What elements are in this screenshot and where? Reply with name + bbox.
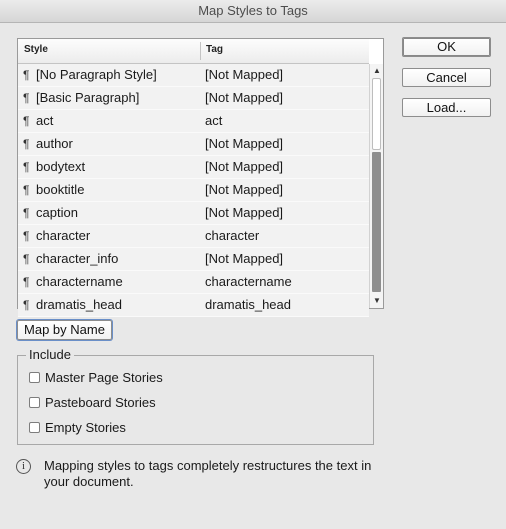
scroll-thumb[interactable] [372, 78, 381, 150]
window-title: Map Styles to Tags [0, 0, 506, 23]
style-name: booktitle [36, 182, 85, 197]
paragraph-style-icon: ¶ [23, 183, 30, 197]
table-row[interactable]: ¶ [No Paragraph Style] [Not Mapped] [18, 64, 369, 87]
table-row[interactable]: ¶ author [Not Mapped] [18, 133, 369, 156]
table-row[interactable]: ¶ bodytext [Not Mapped] [18, 156, 369, 179]
style-name: author [36, 136, 73, 151]
style-name: character_info [36, 251, 119, 266]
paragraph-style-icon: ¶ [23, 252, 30, 266]
column-header-tag[interactable]: Tag [206, 44, 223, 55]
master-page-stories-checkbox[interactable] [29, 372, 40, 383]
tag-name[interactable]: dramatis_head [205, 294, 291, 316]
style-name: dramatis_head [36, 297, 122, 312]
checkbox-label[interactable]: Master Page Stories [45, 370, 163, 386]
include-group-label: Include [26, 348, 74, 362]
vertical-scrollbar[interactable]: ▲ ▼ [369, 64, 383, 308]
tag-name[interactable]: [Not Mapped] [205, 133, 283, 155]
style-name: [Basic Paragraph] [36, 90, 140, 105]
tag-name[interactable]: character [205, 225, 259, 247]
tag-name[interactable]: [Not Mapped] [205, 202, 283, 224]
table-row[interactable]: ¶ character_info [Not Mapped] [18, 248, 369, 271]
style-name: charactername [36, 274, 123, 289]
table-header: Style Tag [18, 39, 369, 64]
info-icon: i [16, 459, 31, 474]
paragraph-style-icon: ¶ [23, 137, 30, 151]
table-row[interactable]: ¶ character character [18, 225, 369, 248]
style-name: character [36, 228, 91, 243]
empty-stories-checkbox[interactable] [29, 422, 40, 433]
paragraph-style-icon: ¶ [23, 160, 30, 174]
tag-name[interactable]: [Not Mapped] [205, 248, 283, 270]
paragraph-style-icon: ¶ [23, 229, 30, 243]
ok-button[interactable]: OK [402, 37, 491, 57]
paragraph-style-icon: ¶ [23, 206, 30, 220]
table-row[interactable]: ¶ charactername charactername [18, 271, 369, 294]
checkbox-label[interactable]: Pasteboard Stories [45, 395, 156, 411]
table-row[interactable]: ¶ booktitle [Not Mapped] [18, 179, 369, 202]
pasteboard-stories-checkbox[interactable] [29, 397, 40, 408]
table-rows: ¶ [No Paragraph Style] [Not Mapped] ¶ [Basi… [18, 64, 369, 317]
checkbox-label[interactable]: Empty Stories [45, 420, 126, 436]
paragraph-style-icon: ¶ [23, 114, 30, 128]
scroll-track[interactable] [372, 152, 381, 292]
paragraph-style-icon: ¶ [23, 91, 30, 105]
tag-name[interactable]: [Not Mapped] [205, 179, 283, 201]
column-separator[interactable] [200, 42, 201, 60]
style-tag-table: Style Tag ¶ [No Paragraph Style] [Not Mapp… [17, 38, 384, 317]
style-name: act [36, 113, 54, 128]
tag-name[interactable]: act [205, 110, 222, 132]
paragraph-style-icon: ¶ [23, 298, 30, 312]
style-name: [No Paragraph Style] [36, 67, 157, 82]
map-by-name-button[interactable]: Map by Name [17, 320, 112, 340]
scroll-down-arrow-icon[interactable]: ▼ [372, 296, 382, 306]
load-button[interactable]: Load... [402, 98, 491, 117]
cancel-button[interactable]: Cancel [402, 68, 491, 87]
scroll-up-arrow-icon[interactable]: ▲ [372, 66, 382, 76]
table-row[interactable]: ¶ [Basic Paragraph] [Not Mapped] [18, 87, 369, 110]
style-name: bodytext [36, 159, 86, 174]
paragraph-style-icon: ¶ [23, 68, 30, 82]
tag-name[interactable]: charactername [205, 271, 292, 293]
style-name: caption [36, 205, 78, 220]
tag-name[interactable]: [Not Mapped] [205, 64, 283, 86]
table-row[interactable]: ¶ dramatis_head dramatis_head [18, 294, 369, 317]
table-row[interactable]: ¶ act act [18, 110, 369, 133]
tag-name[interactable]: [Not Mapped] [205, 87, 283, 109]
tag-name[interactable]: [Not Mapped] [205, 156, 283, 178]
paragraph-style-icon: ¶ [23, 275, 30, 289]
info-message: Mapping styles to tags completely restru… [44, 458, 372, 489]
table-row[interactable]: ¶ caption [Not Mapped] [18, 202, 369, 225]
column-header-style[interactable]: Style [24, 44, 48, 55]
